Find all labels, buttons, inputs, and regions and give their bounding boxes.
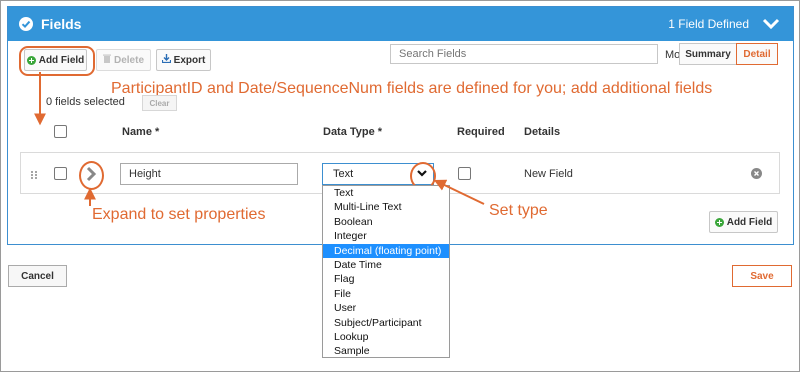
delete-button[interactable]: Delete xyxy=(96,49,151,71)
panel-title: Fields xyxy=(41,16,82,32)
export-label: Export xyxy=(173,54,206,66)
mode-summary-button[interactable]: Summary xyxy=(679,43,737,65)
row-select-checkbox[interactable] xyxy=(54,167,67,180)
option-flag[interactable]: Flag xyxy=(323,272,449,286)
trash-icon xyxy=(102,54,111,66)
chevron-down-icon[interactable] xyxy=(761,16,781,32)
top-annotation: ParticipantID and Date/SequenceNum field… xyxy=(111,80,713,97)
column-header-required: Required xyxy=(457,126,505,138)
field-name-input[interactable] xyxy=(120,163,298,185)
type-annotation: Set type xyxy=(489,202,548,219)
column-header-details: Details xyxy=(524,126,561,138)
select-all-checkbox[interactable] xyxy=(54,125,67,138)
add-field-highlight xyxy=(19,46,95,76)
data-type-dropdown: Text Multi-Line Text Boolean Integer Dec… xyxy=(322,185,450,358)
drag-handle-icon[interactable] xyxy=(30,170,38,180)
field-details: New Field xyxy=(524,168,573,180)
option-text[interactable]: Text xyxy=(323,186,449,200)
option-date-time[interactable]: Date Time xyxy=(323,258,449,272)
option-subject-participant[interactable]: Subject/Participant xyxy=(323,316,449,330)
option-boolean[interactable]: Boolean xyxy=(323,215,449,229)
option-file[interactable]: File xyxy=(323,287,449,301)
option-multi-line-text[interactable]: Multi-Line Text xyxy=(323,200,449,214)
clear-button[interactable]: Clear xyxy=(142,95,177,111)
bottom-add-field-button[interactable]: Add Field xyxy=(709,211,778,233)
option-user[interactable]: User xyxy=(323,301,449,315)
export-icon xyxy=(161,54,171,66)
save-button[interactable]: Save xyxy=(732,265,792,287)
panel-header[interactable]: Fields 1 Field Defined xyxy=(8,7,793,41)
column-header-name: Name * xyxy=(122,126,160,138)
delete-label: Delete xyxy=(113,54,144,66)
selected-count: 0 fields selected xyxy=(46,96,125,108)
option-decimal[interactable]: Decimal (floating point) xyxy=(323,243,449,258)
mode-detail-button[interactable]: Detail xyxy=(736,43,778,65)
expand-annotation: Expand to set properties xyxy=(92,206,266,223)
option-sample[interactable]: Sample xyxy=(323,344,449,358)
export-button[interactable]: Export xyxy=(156,49,211,71)
expand-highlight xyxy=(79,161,104,190)
check-circle-icon xyxy=(19,17,33,31)
bottom-add-field-label: Add Field xyxy=(726,216,773,228)
column-header-data-type: Data Type * xyxy=(323,126,383,138)
remove-field-icon[interactable] xyxy=(751,168,762,179)
search-input[interactable] xyxy=(390,44,658,64)
field-count: 1 Field Defined xyxy=(668,17,749,31)
cancel-button[interactable]: Cancel xyxy=(8,265,67,287)
option-integer[interactable]: Integer xyxy=(323,229,449,243)
required-checkbox[interactable] xyxy=(458,167,471,180)
option-lookup[interactable]: Lookup xyxy=(323,330,449,344)
plus-circle-icon xyxy=(714,217,724,227)
